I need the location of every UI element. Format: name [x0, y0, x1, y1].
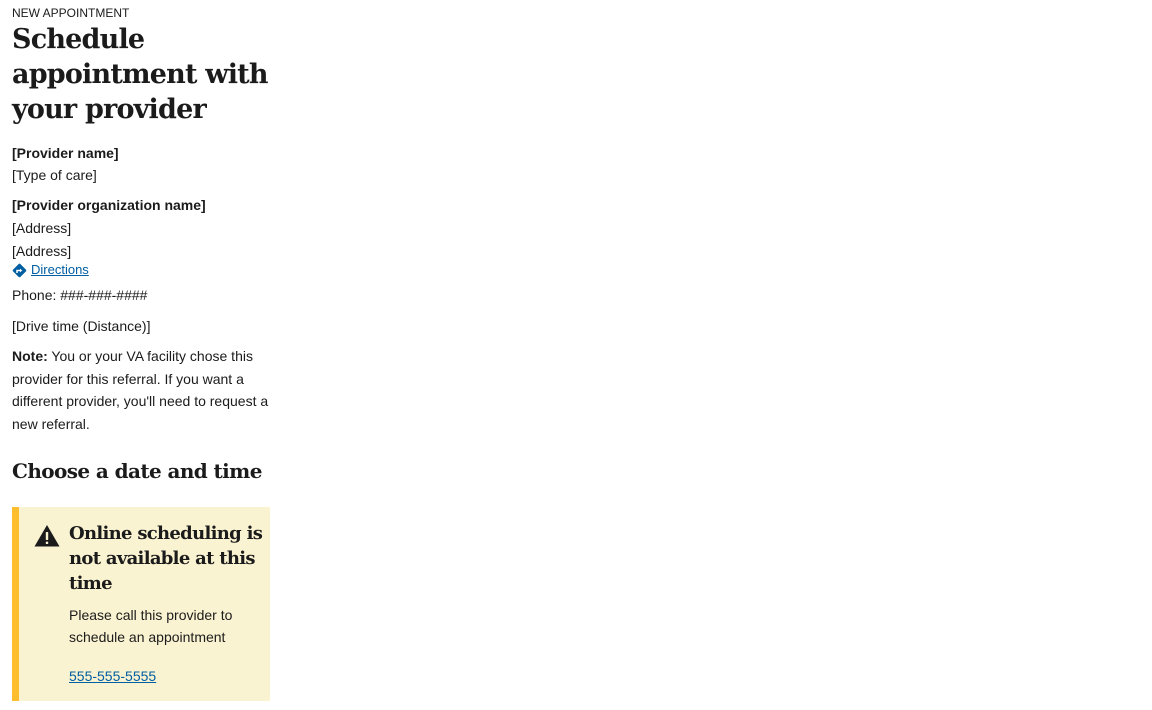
address-line-1: [Address]: [12, 220, 72, 236]
provider-phone-link[interactable]: 555-555-5555: [69, 668, 156, 684]
type-of-care: [Type of care]: [12, 167, 97, 183]
scheduling-unavailable-alert: Online scheduling is not available at th…: [12, 507, 270, 701]
choose-date-time-heading: Choose a date and time: [12, 459, 262, 483]
drive-time: [Drive time (Distance)]: [12, 318, 151, 334]
directions-link-label[interactable]: Directions: [31, 260, 89, 280]
warning-icon: [34, 524, 60, 552]
note-text: You or your VA facility chose this provi…: [12, 348, 269, 432]
address-line-2: [Address]: [12, 243, 72, 259]
referral-note: Note: You or your VA facility chose this…: [12, 345, 270, 435]
page-eyebrow: NEW APPOINTMENT: [12, 6, 130, 20]
provider-name: [Provider name]: [12, 145, 119, 161]
note-label: Note:: [12, 348, 48, 364]
page-title: Schedule appointment with your provider: [12, 24, 268, 125]
alert-body: Please call this provider to schedule an…: [69, 607, 233, 645]
provider-phone: Phone: ###-###-####: [12, 287, 148, 303]
directions-link[interactable]: Directions: [12, 260, 89, 280]
provider-organization-name: [Provider organization name]: [12, 197, 206, 213]
alert-heading: Online scheduling is not available at th…: [69, 523, 263, 594]
directions-icon: [12, 263, 31, 278]
